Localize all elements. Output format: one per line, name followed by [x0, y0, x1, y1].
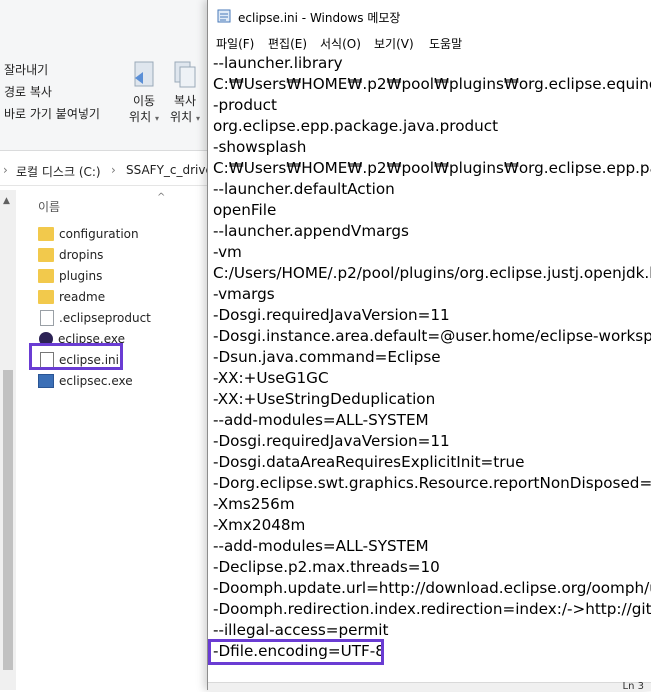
menu-view[interactable]: 보기(V)	[374, 35, 414, 52]
notepad-icon	[217, 9, 231, 23]
text-line: -product	[213, 96, 277, 114]
text-line: -Dosgi.requiredJavaVersion=11	[213, 432, 450, 450]
window-title: eclipse.ini - Windows 메모장	[238, 11, 401, 25]
text-line: C:/Users/HOME/.p2/pool/plugins/org.eclip…	[213, 264, 651, 282]
text-line: -Dorg.eclipse.swt.graphics.Resource.repo…	[213, 474, 651, 492]
text-line: -showsplash	[213, 138, 307, 156]
move-to-dropdown-icon: ▾	[154, 114, 159, 123]
move-to-button[interactable]: 이동 위치 ▾	[124, 60, 164, 127]
folder-icon	[38, 226, 54, 241]
text-line: -Dosgi.requiredJavaVersion=11	[213, 306, 450, 324]
text-line: openFile	[213, 201, 277, 219]
text-line: -XX:+UseG1GC	[213, 369, 329, 387]
text-line: -Dosgi.dataAreaRequiresExplicitInit=true	[213, 453, 525, 471]
breadcrumb-separator: ›	[3, 163, 8, 177]
copy-to-icon	[174, 61, 196, 88]
document-icon	[40, 309, 54, 326]
line-indicator: Ln 3	[622, 681, 644, 692]
move-to-label1: 이동	[132, 94, 156, 108]
file-list: 이름 ^ configuration dropins plugins readm…	[0, 186, 210, 690]
paste-shortcut-button[interactable]: 바로 가기 붙여넣기	[4, 105, 100, 122]
file-explorer-window: 잘라내기 경로 복사 바로 가기 붙여넣기 이동 위치 ▾ 복사 위치 ▾ › …	[0, 0, 213, 690]
file-name: plugins	[59, 269, 103, 283]
menu-help[interactable]: 도움말	[429, 35, 462, 52]
text-line: --launcher.defaultAction	[213, 180, 395, 198]
text-line: --illegal-access=permit	[213, 621, 389, 639]
text-line: --launcher.library	[213, 54, 343, 72]
file-item-dropins[interactable]: dropins	[38, 245, 103, 265]
notepad-title-bar[interactable]: eclipse.ini - Windows 메모장	[208, 0, 651, 32]
copy-to-label1: 복사	[173, 94, 197, 108]
file-name: configuration	[59, 227, 139, 241]
address-bar[interactable]: › 로컬 디스크 (C:) › SSAFY_c_drive	[0, 155, 213, 186]
column-header-name[interactable]: 이름	[38, 198, 60, 215]
text-line: -Doomph.redirection.index.redirection=in…	[213, 600, 651, 618]
file-name: readme	[59, 290, 106, 304]
breadcrumb-local-disk[interactable]: 로컬 디스크 (C:)	[16, 163, 101, 180]
folder-icon	[38, 289, 54, 304]
file-name: eclipsec.exe	[59, 374, 133, 388]
console-app-icon	[38, 373, 54, 388]
eclipse-ini-highlight-box	[29, 343, 123, 370]
text-line: --add-modules=ALL-SYSTEM	[213, 537, 429, 555]
text-line: -Doomph.update.url=http://download.eclip…	[213, 579, 651, 597]
text-line: --add-modules=ALL-SYSTEM	[213, 411, 429, 429]
file-item-readme[interactable]: readme	[38, 287, 105, 307]
notepad-text-area[interactable]: --launcher.library C:₩Users₩HOME₩.p2₩poo…	[208, 52, 651, 682]
file-item-plugins[interactable]: plugins	[38, 266, 102, 286]
text-line: -Xms256m	[213, 495, 295, 513]
move-to-label2: 위치	[129, 110, 152, 124]
text-line: -vm	[213, 243, 242, 261]
file-item-eclipseproduct[interactable]: .eclipseproduct	[38, 308, 151, 328]
sort-up-icon: ^	[157, 192, 166, 203]
file-encoding-highlight-box	[208, 639, 384, 665]
file-item-configuration[interactable]: configuration	[38, 224, 139, 244]
notepad-window: eclipse.ini - Windows 메모장 파일(F) 편집(E) 서식…	[207, 0, 651, 692]
cut-button[interactable]: 잘라내기	[4, 61, 48, 78]
copy-to-dropdown-icon: ▾	[195, 114, 200, 123]
move-to-icon	[134, 61, 154, 87]
notepad-menu-bar: 파일(F) 편집(E) 서식(O) 보기(V) 도움말	[208, 32, 651, 52]
file-name: dropins	[59, 248, 104, 262]
text-line: -Dsun.java.command=Eclipse	[213, 348, 441, 366]
copy-path-button[interactable]: 경로 복사	[4, 83, 52, 100]
file-name: .eclipseproduct	[59, 311, 151, 325]
text-line: --launcher.appendVmargs	[213, 222, 409, 240]
explorer-ribbon: 잘라내기 경로 복사 바로 가기 붙여넣기 이동 위치 ▾ 복사 위치 ▾	[0, 0, 210, 151]
text-line: -Dosgi.instance.area.default=@user.home/…	[213, 327, 651, 345]
menu-file[interactable]: 파일(F)	[216, 35, 254, 52]
text-line: C:₩Users₩HOME₩.p2₩pool₩plugins₩org.eclip…	[213, 75, 651, 93]
breadcrumb-ssafy-drive[interactable]: SSAFY_c_drive	[126, 163, 213, 177]
menu-format[interactable]: 서식(O)	[320, 35, 361, 52]
text-line: -Declipse.p2.max.threads=10	[213, 558, 440, 576]
folder-icon	[38, 247, 54, 262]
file-item-eclipsec-exe[interactable]: eclipsec.exe	[38, 371, 133, 391]
text-line: org.eclipse.epp.package.java.product	[213, 117, 499, 135]
text-line: -Xmx2048m	[213, 516, 306, 534]
menu-edit[interactable]: 편집(E)	[268, 35, 307, 52]
folder-icon	[38, 268, 54, 283]
chevron-right-icon: ›	[111, 163, 116, 177]
text-line: C:₩Users₩HOME₩.p2₩pool₩plugins₩org.eclip…	[213, 159, 651, 177]
text-line: -vmargs	[213, 285, 275, 303]
copy-to-button[interactable]: 복사 위치 ▾	[165, 60, 205, 127]
text-line: -XX:+UseStringDeduplication	[213, 390, 436, 408]
copy-to-label2: 위치	[170, 110, 193, 124]
